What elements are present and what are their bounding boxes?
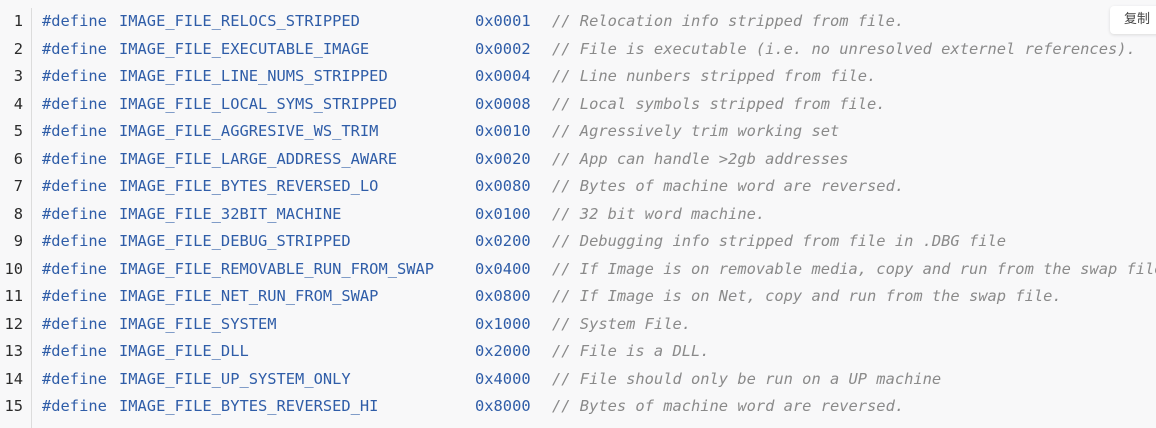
macro-value: 0x0010 bbox=[475, 122, 531, 140]
macro-name: IMAGE_FILE_BYTES_REVERSED_LO bbox=[119, 177, 379, 195]
define-keyword: #define bbox=[42, 287, 107, 305]
code-comment: // File should only be run on a UP machi… bbox=[552, 369, 942, 388]
macro-value: 0x0020 bbox=[475, 149, 531, 168]
code-comment: // App can handle >2gb addresses bbox=[552, 149, 849, 168]
code-comment: // System File. bbox=[552, 314, 691, 333]
macro-name: IMAGE_FILE_NET_RUN_FROM_SWAP bbox=[119, 287, 379, 305]
macro-name: IMAGE_FILE_DLL bbox=[119, 342, 249, 360]
macro-value: 0x0004 bbox=[475, 67, 531, 85]
line-number: 1 bbox=[13, 12, 23, 30]
macro-value: 0x0080 bbox=[475, 177, 531, 195]
code-line: #define IMAGE_FILE_BYTES_REVERSED_LO 0x008… bbox=[42, 173, 1156, 201]
code-line: #define IMAGE_FILE_UP_SYSTEM_ONLY 0x4000 //… bbox=[42, 366, 1156, 394]
code-line: #define IMAGE_FILE_BYTES_REVERSED_HI 0x800… bbox=[42, 393, 1156, 421]
code-line: #define IMAGE_FILE_RELOCS_STRIPPED 0x0001 /… bbox=[42, 8, 1156, 36]
code-comment: // Local symbols stripped from file. bbox=[552, 94, 886, 113]
line-number-gutter: 1 2 3 4 5 6 7 8 9 10 11 12 13 14 15 bbox=[0, 8, 32, 428]
line-number: 2 bbox=[13, 39, 23, 58]
macro-name: IMAGE_FILE_32BIT_MACHINE bbox=[119, 204, 342, 223]
line-number: 13 bbox=[4, 342, 23, 360]
define-keyword: #define bbox=[42, 94, 107, 113]
define-keyword: #define bbox=[42, 397, 107, 415]
define-keyword: #define bbox=[42, 177, 107, 195]
line-number: 12 bbox=[4, 314, 23, 333]
macro-name: IMAGE_FILE_LINE_NUMS_STRIPPED bbox=[119, 67, 388, 85]
define-keyword: #define bbox=[42, 67, 107, 85]
line-number: 7 bbox=[13, 177, 23, 195]
code-comment: // Bytes of machine word are reversed. bbox=[552, 177, 905, 195]
line-number: 15 bbox=[4, 397, 23, 415]
code-line: #define IMAGE_FILE_LARGE_ADDRESS_AWARE 0x0… bbox=[42, 146, 1156, 174]
macro-value: 0x1000 bbox=[475, 314, 531, 333]
code-comment: // Debugging info stripped from file in … bbox=[552, 232, 1007, 250]
macro-value: 0x0100 bbox=[475, 204, 531, 223]
macro-name: IMAGE_FILE_SYSTEM bbox=[119, 314, 277, 333]
line-number: 5 bbox=[13, 122, 23, 140]
macro-value: 0x0400 bbox=[475, 259, 531, 278]
code-block: 复制 1 2 3 4 5 6 7 8 9 10 11 12 13 14 15 #define IMAGE_FI… bbox=[0, 0, 1156, 428]
code-comment: // If Image is on Net, copy and run from… bbox=[552, 287, 1062, 305]
line-number: 3 bbox=[13, 67, 23, 85]
macro-name: IMAGE_FILE_DEBUG_STRIPPED bbox=[119, 232, 351, 250]
macro-value: 0x8000 bbox=[475, 397, 531, 415]
code-comment: // 32 bit word machine. bbox=[552, 204, 766, 223]
code-comment: // Agressively trim working set bbox=[552, 122, 840, 140]
define-keyword: #define bbox=[42, 12, 107, 30]
define-keyword: #define bbox=[42, 259, 107, 278]
code-line: #define IMAGE_FILE_EXECUTABLE_IMAGE 0x0002… bbox=[42, 36, 1156, 64]
define-keyword: #define bbox=[42, 342, 107, 360]
macro-name: IMAGE_FILE_BYTES_REVERSED_HI bbox=[119, 397, 379, 415]
macro-name: IMAGE_FILE_RELOCS_STRIPPED bbox=[119, 12, 360, 30]
code-comment: // Line nunbers stripped from file. bbox=[552, 67, 877, 85]
code-line: #define IMAGE_FILE_NET_RUN_FROM_SWAP 0x080… bbox=[42, 283, 1156, 311]
macro-value: 0x0008 bbox=[475, 94, 531, 113]
code-area[interactable]: #define IMAGE_FILE_RELOCS_STRIPPED 0x0001 /… bbox=[42, 8, 1156, 421]
macro-name: IMAGE_FILE_LARGE_ADDRESS_AWARE bbox=[119, 149, 397, 168]
line-number: 11 bbox=[4, 287, 23, 305]
define-keyword: #define bbox=[42, 39, 107, 58]
code-comment: // File is a DLL. bbox=[552, 342, 710, 360]
code-line: #define IMAGE_FILE_LOCAL_SYMS_STRIPPED 0x0… bbox=[42, 91, 1156, 119]
macro-value: 0x0200 bbox=[475, 232, 531, 250]
define-keyword: #define bbox=[42, 314, 107, 333]
macro-value: 0x0800 bbox=[475, 287, 531, 305]
define-keyword: #define bbox=[42, 369, 107, 388]
macro-name: IMAGE_FILE_REMOVABLE_RUN_FROM_SWAP bbox=[119, 259, 435, 278]
macro-name: IMAGE_FILE_LOCAL_SYMS_STRIPPED bbox=[119, 94, 397, 113]
code-line: #define IMAGE_FILE_REMOVABLE_RUN_FROM_SWA… bbox=[42, 256, 1156, 284]
code-line: #define IMAGE_FILE_AGGRESIVE_WS_TRIM 0x001… bbox=[42, 118, 1156, 146]
code-comment: // Bytes of machine word are reversed. bbox=[552, 397, 905, 415]
define-keyword: #define bbox=[42, 204, 107, 223]
line-number: 4 bbox=[13, 94, 23, 113]
macro-value: 0x0002 bbox=[475, 39, 531, 58]
line-number: 10 bbox=[4, 259, 23, 278]
macro-name: IMAGE_FILE_AGGRESIVE_WS_TRIM bbox=[119, 122, 379, 140]
code-line: #define IMAGE_FILE_DLL 0x2000 // File is a … bbox=[42, 338, 1156, 366]
macro-value: 0x4000 bbox=[475, 369, 531, 388]
code-line: #define IMAGE_FILE_32BIT_MACHINE 0x0100 // … bbox=[42, 201, 1156, 229]
macro-value: 0x2000 bbox=[475, 342, 531, 360]
code-comment: // Relocation info stripped from file. bbox=[552, 12, 905, 30]
code-line: #define IMAGE_FILE_LINE_NUMS_STRIPPED 0x00… bbox=[42, 63, 1156, 91]
code-comment: // If Image is on removable media, copy … bbox=[552, 259, 1156, 278]
line-number: 8 bbox=[13, 204, 23, 223]
define-keyword: #define bbox=[42, 122, 107, 140]
line-number: 6 bbox=[13, 149, 23, 168]
macro-name: IMAGE_FILE_UP_SYSTEM_ONLY bbox=[119, 369, 351, 388]
code-line: #define IMAGE_FILE_DEBUG_STRIPPED 0x0200 //… bbox=[42, 228, 1156, 256]
code-comment: // File is executable (i.e. no unresolve… bbox=[552, 39, 1136, 58]
copy-button[interactable]: 复制 bbox=[1109, 6, 1156, 34]
define-keyword: #define bbox=[42, 232, 107, 250]
define-keyword: #define bbox=[42, 149, 107, 168]
code-line: #define IMAGE_FILE_SYSTEM 0x1000 // System … bbox=[42, 311, 1156, 339]
macro-name: IMAGE_FILE_EXECUTABLE_IMAGE bbox=[119, 39, 370, 58]
macro-value: 0x0001 bbox=[475, 12, 531, 30]
line-number: 14 bbox=[4, 369, 23, 388]
line-number: 9 bbox=[13, 232, 23, 250]
